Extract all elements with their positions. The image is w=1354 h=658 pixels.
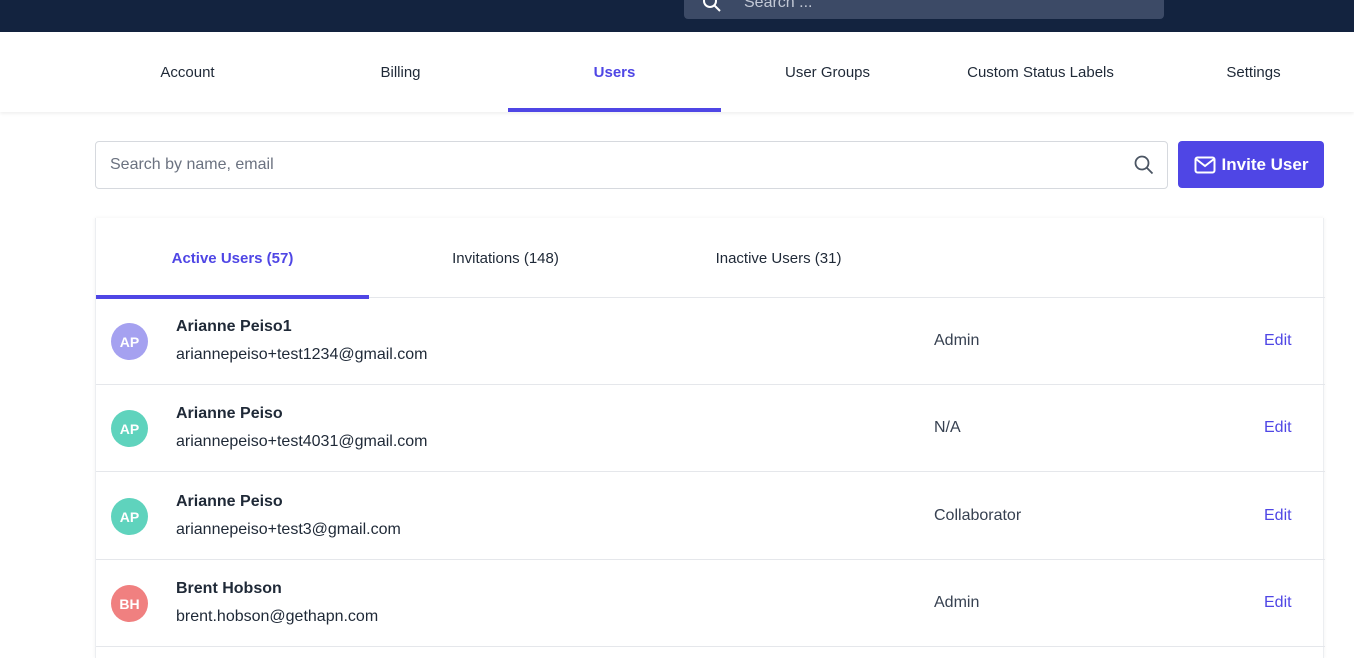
top-header: Search ... <box>0 0 1354 32</box>
user-name: Arianne Peiso <box>176 405 283 422</box>
edit-link[interactable]: Edit <box>1264 594 1292 612</box>
user-status-tabs: Active Users (57) Invitations (148) Inac… <box>96 218 1325 299</box>
avatar: AP <box>111 498 148 535</box>
user-role: Admin <box>934 594 980 611</box>
table-row: AP Arianne Peiso ariannepeiso+test3@gmai… <box>96 473 1325 560</box>
user-email: ariannepeiso+test3@gmail.com <box>176 521 401 538</box>
edit-link[interactable]: Edit <box>1264 419 1292 437</box>
invite-user-button[interactable]: Invite User <box>1178 141 1324 188</box>
search-icon <box>703 0 721 12</box>
global-search-placeholder: Search ... <box>744 0 813 11</box>
user-role: Collaborator <box>934 507 1022 524</box>
edit-link[interactable]: Edit <box>1264 507 1292 525</box>
user-role: N/A <box>934 419 961 436</box>
user-role: Admin <box>934 332 980 349</box>
avatar: BH <box>111 585 148 622</box>
envelope-icon <box>1194 156 1216 173</box>
search-icon[interactable] <box>1133 154 1155 176</box>
user-search-input[interactable] <box>96 142 1133 188</box>
edit-link[interactable]: Edit <box>1264 332 1292 350</box>
invite-user-label: Invite User <box>1221 154 1309 174</box>
users-card: Active Users (57) Invitations (148) Inac… <box>95 218 1325 658</box>
user-email: brent.hobson@gethapn.com <box>176 608 379 625</box>
tab-settings[interactable]: Settings <box>1147 32 1354 112</box>
tab-invitations[interactable]: Invitations (148) <box>369 218 642 298</box>
tab-user-groups[interactable]: User Groups <box>721 32 934 112</box>
user-email: ariannepeiso+test4031@gmail.com <box>176 433 428 450</box>
settings-nav: Account Billing Users User Groups Custom… <box>0 32 1354 112</box>
user-email: ariannepeiso+test1234@gmail.com <box>176 346 428 363</box>
tab-active-users[interactable]: Active Users (57) <box>96 218 369 299</box>
tab-billing[interactable]: Billing <box>294 32 507 112</box>
table-row: BH Brent Hobson brent.hobson@gethapn.com… <box>96 560 1325 647</box>
tab-custom-status-labels[interactable]: Custom Status Labels <box>934 32 1147 112</box>
user-name: Arianne Peiso <box>176 493 283 510</box>
avatar: AP <box>111 410 148 447</box>
avatar: AP <box>111 323 148 360</box>
user-name: Brent Hobson <box>176 580 282 597</box>
tab-inactive-users[interactable]: Inactive Users (31) <box>642 218 915 298</box>
global-search[interactable]: Search ... <box>684 0 1164 19</box>
table-row: AP Arianne Peiso1 ariannepeiso+test1234@… <box>96 298 1325 385</box>
user-name: Arianne Peiso1 <box>176 318 292 335</box>
tab-users[interactable]: Users <box>508 32 721 112</box>
table-row: AP Arianne Peiso ariannepeiso+test4031@g… <box>96 385 1325 472</box>
user-search-box <box>95 141 1168 189</box>
tab-account[interactable]: Account <box>81 32 294 112</box>
